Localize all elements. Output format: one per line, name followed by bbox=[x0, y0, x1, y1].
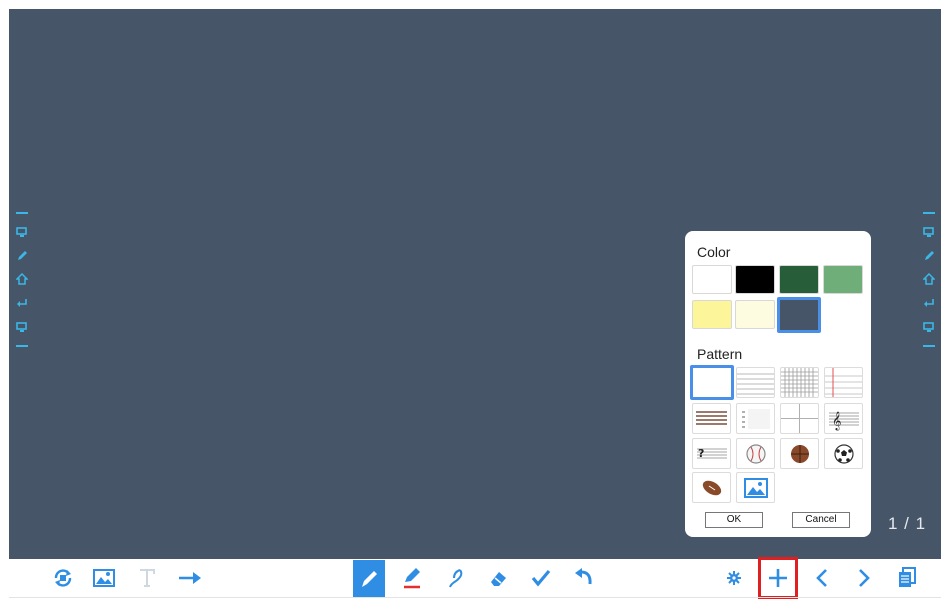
brown-lines-pattern-icon[interactable] bbox=[692, 403, 731, 434]
screen-icon[interactable] bbox=[16, 226, 28, 238]
color-swatch-black[interactable] bbox=[735, 265, 775, 294]
color-swatch-yellow[interactable] bbox=[692, 300, 732, 329]
back-icon[interactable] bbox=[923, 297, 935, 309]
cancel-button[interactable]: Cancel bbox=[792, 512, 850, 528]
pattern-label: Pattern bbox=[697, 346, 743, 362]
football-pattern-icon[interactable] bbox=[692, 472, 731, 503]
undo-icon[interactable] bbox=[570, 565, 598, 591]
strip-divider bbox=[16, 212, 28, 214]
image-icon[interactable] bbox=[90, 565, 118, 591]
color-label: Color bbox=[697, 244, 731, 260]
home-icon[interactable] bbox=[16, 273, 28, 286]
grid-pattern-icon[interactable] bbox=[780, 367, 819, 398]
home-icon[interactable] bbox=[923, 273, 935, 286]
screen-icon[interactable] bbox=[923, 226, 935, 238]
pages-icon[interactable] bbox=[893, 565, 921, 591]
background-panel: Color Pattern 𝄞 ? OK Cancel bbox=[685, 231, 871, 537]
page-indicator: 1 / 1 bbox=[888, 514, 927, 533]
check-icon[interactable] bbox=[527, 565, 555, 591]
quadrant-pattern-icon[interactable] bbox=[780, 403, 819, 434]
dotted-list-pattern-icon[interactable] bbox=[736, 403, 775, 434]
left-side-menu bbox=[15, 212, 29, 347]
eraser-icon[interactable] bbox=[485, 565, 513, 591]
ok-button[interactable]: OK bbox=[705, 512, 763, 528]
arrow-right-icon[interactable] bbox=[176, 565, 204, 591]
pen-icon[interactable] bbox=[353, 560, 385, 597]
back-icon[interactable] bbox=[16, 297, 28, 309]
lasso-icon[interactable] bbox=[442, 565, 470, 591]
baseball-pattern-icon[interactable] bbox=[736, 438, 775, 469]
bass-staff-pattern-icon[interactable]: ? bbox=[692, 438, 731, 469]
pen-icon[interactable] bbox=[16, 250, 28, 262]
screen-icon[interactable] bbox=[16, 321, 28, 333]
right-side-menu bbox=[922, 212, 936, 347]
color-swatch-slate[interactable] bbox=[777, 297, 821, 333]
prev-page-icon[interactable] bbox=[808, 565, 836, 591]
screen-icon[interactable] bbox=[923, 321, 935, 333]
basketball-pattern-icon[interactable] bbox=[780, 438, 819, 469]
next-page-icon[interactable] bbox=[850, 565, 878, 591]
svg-text:?: ? bbox=[698, 447, 704, 460]
settings-icon[interactable] bbox=[720, 565, 748, 591]
color-swatch-light-green[interactable] bbox=[823, 265, 863, 294]
blank-pattern-icon[interactable] bbox=[690, 365, 734, 400]
strip-divider bbox=[923, 344, 935, 347]
treble-staff-pattern-icon[interactable]: 𝄞 bbox=[824, 403, 863, 434]
strip-divider bbox=[923, 212, 935, 214]
toolbar-bottom-border bbox=[9, 597, 941, 598]
color-swatch-white[interactable] bbox=[692, 265, 732, 294]
add-page-icon[interactable] bbox=[758, 557, 798, 599]
refresh-icon[interactable] bbox=[49, 565, 77, 591]
color-swatch-dark-green[interactable] bbox=[779, 265, 819, 294]
svg-text:𝄞: 𝄞 bbox=[832, 411, 841, 431]
notebook-pattern-icon[interactable] bbox=[824, 367, 863, 398]
lined-pattern-icon[interactable] bbox=[736, 367, 775, 398]
image-pattern-icon[interactable] bbox=[736, 472, 775, 503]
bottom-toolbar bbox=[9, 557, 941, 599]
soccer-pattern-icon[interactable] bbox=[824, 438, 863, 469]
color-swatch-cream[interactable] bbox=[735, 300, 775, 329]
pen-icon[interactable] bbox=[923, 250, 935, 262]
text-icon[interactable] bbox=[133, 565, 161, 591]
highlighter-icon[interactable] bbox=[398, 565, 426, 591]
strip-divider bbox=[16, 344, 28, 347]
